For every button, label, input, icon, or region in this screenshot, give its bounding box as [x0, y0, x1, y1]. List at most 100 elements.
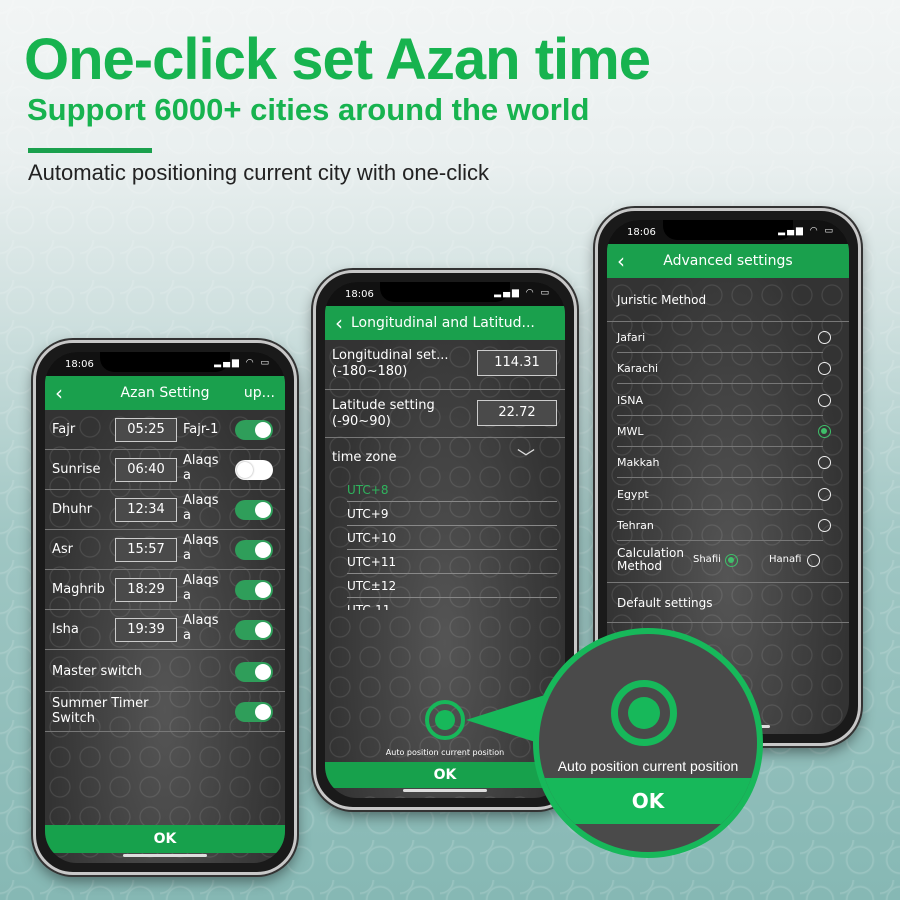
method-option[interactable]: MWL	[617, 416, 831, 447]
method-name: MWL	[617, 424, 644, 438]
juristic-label: Juristic Method	[617, 293, 707, 307]
prayer-row: Asr 15:57 Alaqs a	[45, 530, 285, 570]
method-option[interactable]: Egypt	[617, 479, 831, 510]
callout-ok-button: OK	[539, 778, 757, 824]
prayer-sound[interactable]: Alaqs a	[183, 493, 223, 523]
longitude-label: Longitudinal set... (-180~180)	[332, 348, 449, 380]
prayer-name: Asr	[52, 542, 74, 557]
home-indicator	[403, 789, 487, 792]
home-indicator	[123, 854, 207, 857]
status-icons: ▂▄▆ ◠ ▭	[214, 358, 271, 368]
method-radio[interactable]	[818, 518, 831, 532]
prayer-time-input[interactable]: 06:40	[115, 458, 177, 482]
default-settings-row[interactable]: Default settings	[607, 583, 849, 623]
method-option[interactable]: Karachi	[617, 353, 831, 385]
time-zone-option[interactable]: UTC±12	[347, 574, 557, 598]
prayer-time-input[interactable]: 18:29	[115, 578, 177, 602]
nav-title: Advanced settings	[663, 253, 793, 269]
latitude-label: Latitude setting (-90~90)	[332, 398, 435, 430]
phone-azan-setting: 18:06 ▂▄▆ ◠ ▭ ‹ Azan Setting up... Fajr …	[33, 340, 297, 875]
time-zone-option[interactable]: UTC+9	[347, 502, 557, 526]
prayer-time-input[interactable]: 19:39	[115, 618, 177, 642]
headline-title: One-click set Azan time	[24, 27, 651, 92]
status-time: 18:06	[65, 359, 94, 370]
prayer-toggle[interactable]	[235, 580, 273, 600]
status-icons: ▂▄▆ ◠ ▭	[494, 288, 551, 298]
longitude-row: Longitudinal set... (-180~180) 114.31	[325, 340, 565, 390]
time-zone-row[interactable]: time zone ﹀	[325, 438, 565, 478]
latitude-input[interactable]: 22.72	[477, 400, 557, 426]
headline-subtitle: Support 6000+ cities around the world	[27, 92, 590, 127]
notch	[100, 352, 230, 372]
method-option[interactable]: ISNA	[617, 385, 831, 416]
prayer-name: Isha	[52, 622, 79, 637]
summer-switch-toggle[interactable]	[235, 702, 273, 722]
callout-label: Auto position current position	[557, 758, 739, 774]
prayer-toggle[interactable]	[235, 540, 273, 560]
shafii-radio[interactable]	[725, 554, 738, 567]
ok-button[interactable]: OK	[325, 762, 565, 788]
prayer-sound[interactable]: Fajr-1	[183, 422, 223, 437]
status-time: 18:06	[345, 289, 374, 300]
prayer-toggle[interactable]	[235, 620, 273, 640]
prayer-sound[interactable]: Alaqs a	[183, 533, 223, 563]
longitude-input[interactable]: 114.31	[477, 350, 557, 376]
method-name: Tehran	[617, 518, 654, 532]
shafii-label: Shafii	[693, 554, 721, 565]
ok-button[interactable]: OK	[45, 825, 285, 853]
nav-bar: ‹ Azan Setting up...	[45, 376, 285, 410]
time-zone-label: time zone	[332, 450, 397, 465]
time-zone-option[interactable]: UTC+10	[347, 526, 557, 550]
hanafi-label: Hanafi	[769, 554, 802, 565]
prayer-sound[interactable]: Alaqs a	[183, 453, 223, 483]
zoom-callout: Auto position current position OK	[533, 628, 763, 858]
summer-switch-row: Summer Timer Switch	[45, 692, 285, 732]
latitude-range: (-90~90)	[332, 414, 391, 429]
prayer-time-input[interactable]: 05:25	[115, 418, 177, 442]
juristic-header: Juristic Method	[607, 278, 849, 322]
hanafi-radio[interactable]	[807, 554, 820, 567]
method-option[interactable]: Tehran	[617, 510, 831, 541]
longitude-range: (-180~180)	[332, 364, 408, 379]
status-bar: 18:06 ▂▄▆ ◠ ▭	[45, 352, 285, 376]
location-icon	[611, 680, 677, 746]
screen: 18:06 ▂▄▆ ◠ ▭ ‹ Azan Setting up... Fajr …	[45, 352, 285, 863]
method-radio[interactable]	[818, 393, 831, 407]
master-switch-label: Master switch	[52, 664, 143, 679]
chevron-down-icon[interactable]: ﹀	[517, 444, 535, 470]
prayer-sound[interactable]: Alaqs a	[183, 613, 223, 643]
longitude-label-text: Longitudinal set...	[332, 348, 449, 363]
method-radio[interactable]	[818, 487, 831, 501]
notch	[380, 282, 510, 302]
default-settings-label: Default settings	[617, 596, 713, 610]
prayer-toggle[interactable]	[235, 500, 273, 520]
method-name: Makkah	[617, 456, 660, 470]
prayer-time-input[interactable]: 15:57	[115, 538, 177, 562]
location-icon[interactable]	[425, 700, 465, 740]
prayer-name: Sunrise	[52, 462, 101, 477]
latitude-row: Latitude setting (-90~90) 22.72	[325, 390, 565, 438]
back-icon[interactable]: ‹	[335, 311, 343, 335]
method-name: Karachi	[617, 362, 659, 376]
method-option[interactable]: Jafari	[617, 322, 831, 353]
method-option[interactable]: Makkah	[617, 447, 831, 479]
prayer-time-input[interactable]: 12:34	[115, 498, 177, 522]
prayer-row: Dhuhr 12:34 Alaqs a	[45, 490, 285, 530]
update-button[interactable]: up...	[244, 385, 275, 401]
master-switch-toggle[interactable]	[235, 662, 273, 682]
headline-caption: Automatic positioning current city with …	[28, 160, 489, 185]
prayer-sound[interactable]: Alaqs a	[183, 573, 223, 603]
prayer-row: Sunrise 06:40 Alaqs a	[45, 450, 285, 490]
status-bar: 18:06 ▂▄▆ ◠ ▭	[607, 220, 849, 244]
method-name: Egypt	[617, 487, 649, 501]
time-zone-option[interactable]: UTC+8	[347, 478, 557, 502]
nav-title: Longitudinal and Latitud...	[351, 315, 535, 331]
prayer-name: Fajr	[52, 422, 76, 437]
prayer-toggle[interactable]	[235, 460, 273, 480]
time-zone-option[interactable]: UTC+11	[347, 550, 557, 574]
method-radio[interactable]	[818, 424, 831, 438]
time-zone-option[interactable]: UTC-11	[347, 598, 557, 610]
method-radio[interactable]	[818, 331, 831, 344]
prayer-row: Fajr 05:25 Fajr-1	[45, 410, 285, 450]
prayer-toggle[interactable]	[235, 420, 273, 440]
